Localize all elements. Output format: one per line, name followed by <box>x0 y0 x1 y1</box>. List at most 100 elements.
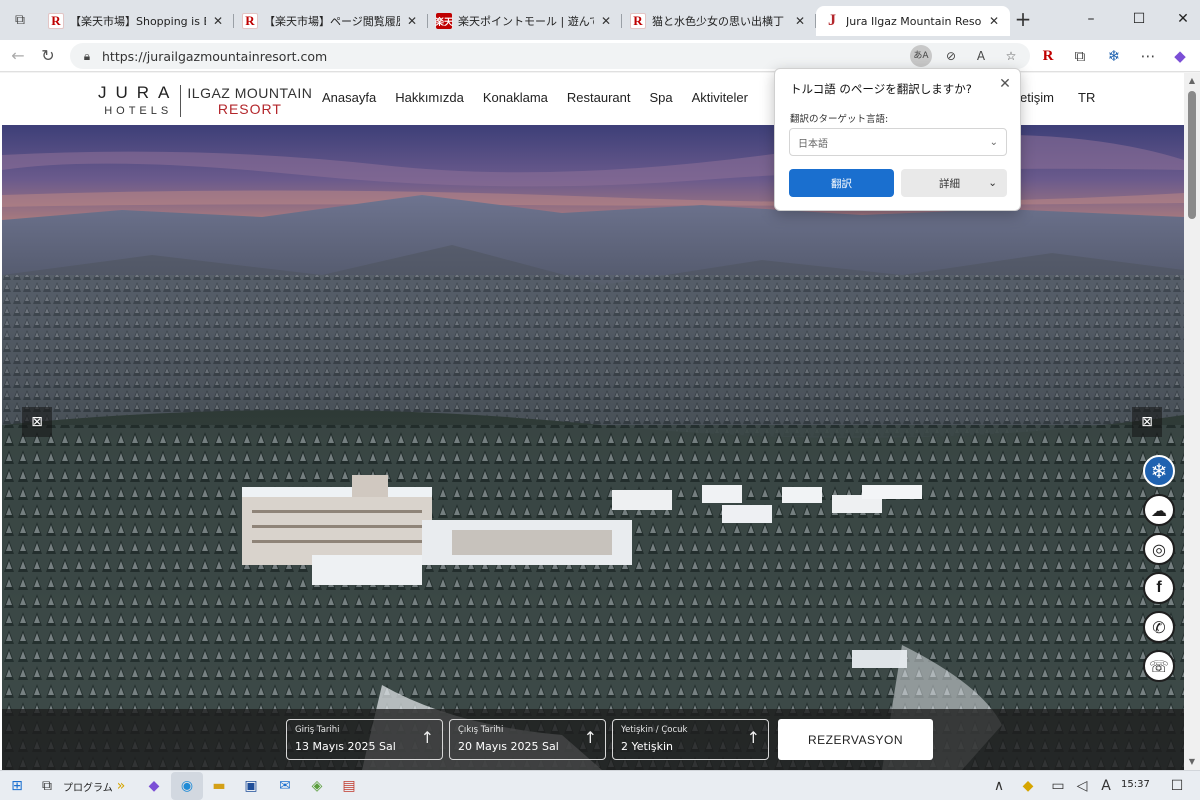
translate-popup: トルコ語 のページを翻訳しますか? ✕ 翻訳のターゲット言語: 日本語 ⌄ 翻訳… <box>774 68 1021 211</box>
app-window-icon[interactable]: ▣ <box>240 775 262 797</box>
favorite-star-icon[interactable]: ☆ <box>1000 45 1022 67</box>
clock-time[interactable]: 15:37 <box>1121 779 1150 790</box>
tab-close-icon[interactable]: ✕ <box>792 14 808 28</box>
rakuten-favicon-icon: R <box>48 13 64 29</box>
screen: ⧉ R 【楽天市場】Shopping is Entertainment ✕ R … <box>0 0 1200 800</box>
network-icon[interactable]: ▭ <box>1047 775 1069 797</box>
hero-aerial-photo <box>2 125 1184 770</box>
chevron-down-icon: ⌄ <box>988 177 997 189</box>
logo-divider <box>180 85 182 117</box>
file-explorer-icon[interactable]: ▬ <box>208 775 230 797</box>
browser-tab-bar: ⧉ R 【楽天市場】Shopping is Entertainment ✕ R … <box>0 0 1200 40</box>
read-aloud-icon[interactable]: A <box>970 45 992 67</box>
whatsapp-icon[interactable]: ✆ <box>1143 611 1175 643</box>
scroll-down-icon[interactable]: ▼ <box>1184 754 1200 770</box>
logo-resort-text: RESORT <box>217 101 282 117</box>
volume-icon[interactable]: ◁ <box>1071 775 1093 797</box>
new-tab-button[interactable]: + <box>1011 9 1035 31</box>
checkout-date-field[interactable]: Çıkış Tarihi 20 Mayıs 2025 Sal ↑ <box>449 719 606 760</box>
tray-app-icon[interactable]: ◆ <box>1017 775 1039 797</box>
tab-jura-resort[interactable]: J Jura Ilgaz Mountain Resort Ho ✕ <box>816 6 1010 36</box>
phone-icon[interactable]: ☏ <box>1143 650 1175 682</box>
checkin-label: Giriş Tarihi <box>295 725 340 735</box>
instagram-icon[interactable]: ◎ <box>1143 533 1175 565</box>
weather-icon[interactable]: ☁ <box>1143 494 1175 526</box>
tab-close-icon[interactable]: ✕ <box>404 14 420 28</box>
extensions-icon[interactable]: ⧉ <box>1068 44 1092 68</box>
reservation-button[interactable]: REZERVASYON <box>778 719 933 760</box>
tab-close-icon[interactable]: ✕ <box>210 14 226 28</box>
lock-icon[interactable]: 🔒︎ <box>78 47 96 65</box>
checkout-label: Çıkış Tarihi <box>458 725 504 735</box>
nav-spa[interactable]: Spa <box>649 90 672 105</box>
checkin-value: 13 Mayıs 2025 Sal <box>295 740 396 753</box>
document-app-icon[interactable]: ▤ <box>338 775 360 797</box>
arrow-up-icon: ↑ <box>746 728 760 747</box>
minimize-button[interactable]: – <box>1068 6 1114 32</box>
nav-restaurant[interactable]: Restaurant <box>567 90 631 105</box>
ime-indicator[interactable]: A <box>1095 775 1117 797</box>
chevron-down-icon: ⌄ <box>989 136 998 148</box>
nav-iletisim[interactable]: etişim <box>1020 90 1054 105</box>
settings-more-icon[interactable]: ⋯ <box>1136 44 1160 68</box>
translate-icon[interactable]: あA <box>910 45 932 67</box>
scroll-thumb[interactable] <box>1188 91 1196 219</box>
profile-avatar-icon[interactable]: ❄ <box>1102 44 1126 68</box>
tab-rakuten-history[interactable]: R 【楽天市場】ページ閲覧履歴 ✕ <box>234 6 428 36</box>
tab-title: 楽天ポイントモール | 遊んで、買っ <box>458 15 594 28</box>
chevron-icon[interactable]: » <box>110 775 132 797</box>
target-language-label: 翻訳のターゲット言語: <box>790 114 889 125</box>
tab-rakuten-cat-girl[interactable]: R 猫と水色少女の思い出横丁 | 人 ✕ <box>622 6 816 36</box>
tab-rakuten-shopping[interactable]: R 【楽天市場】Shopping is Entertainment ✕ <box>40 6 234 36</box>
snow-report-icon[interactable]: ❄ <box>1143 455 1175 487</box>
site-logo[interactable]: JURA HOTELS ILGAZ MOUNTAIN RESORT <box>98 81 313 121</box>
rakuten-favicon-icon: R <box>630 13 646 29</box>
scroll-up-icon[interactable]: ▲ <box>1184 73 1200 89</box>
tracking-prevention-icon[interactable]: ⊘ <box>940 45 962 67</box>
task-view-icon[interactable]: ⧉ <box>36 775 58 797</box>
guests-field[interactable]: Yetişkin / Çocuk 2 Yetişkin ↑ <box>612 719 769 760</box>
details-label: 詳細 <box>939 177 960 190</box>
checkin-date-field[interactable]: Giriş Tarihi 13 Mayıs 2025 Sal ↑ <box>286 719 443 760</box>
nav-aktiviteler[interactable]: Aktiviteler <box>692 90 748 105</box>
copilot-icon[interactable]: ◆ <box>1168 44 1192 68</box>
translate-button[interactable]: 翻訳 <box>789 169 894 197</box>
start-windows-icon[interactable]: ⊞ <box>6 775 28 797</box>
programs-toolbar-label[interactable]: プログラム <box>63 779 113 794</box>
details-button[interactable]: 詳細 ⌄ <box>901 169 1007 197</box>
address-bar[interactable]: 🔒︎ https://jurailgazmountainresort.com あ… <box>70 43 1030 69</box>
refresh-button[interactable]: ↻ <box>36 44 60 68</box>
tab-actions-icon[interactable]: ⧉ <box>8 9 32 31</box>
logo-jura: JURA HOTELS <box>98 84 178 118</box>
tab-rakuten-point-mall[interactable]: 楽天 楽天ポイントモール | 遊んで、買っ ✕ <box>428 6 622 36</box>
back-button[interactable]: ← <box>6 44 30 68</box>
nav-konaklama[interactable]: Konaklama <box>483 90 548 105</box>
maximize-button[interactable]: ☐ <box>1116 6 1162 32</box>
nav-anasayfa[interactable]: Anasayfa <box>322 90 376 105</box>
edge-browser-icon[interactable]: ◉ <box>176 775 198 797</box>
notifications-icon[interactable]: ☐ <box>1166 775 1188 797</box>
url-text[interactable]: https://jurailgazmountainresort.com <box>102 49 327 64</box>
tab-title: Jura Ilgaz Mountain Resort Ho <box>846 14 982 28</box>
nav-language-switch[interactable]: TR <box>1078 90 1095 105</box>
target-language-select[interactable]: 日本語 ⌄ <box>789 128 1007 156</box>
rakuten-favicon-icon: R <box>242 13 258 29</box>
slider-next-button[interactable]: ⊠ <box>1132 407 1162 437</box>
site-nav: Anasayfa Hakkımızda Konaklama Restaurant… <box>322 90 748 105</box>
tab-close-icon[interactable]: ✕ <box>598 14 614 28</box>
store-icon[interactable]: ◈ <box>306 775 328 797</box>
jura-favicon-icon: J <box>828 12 836 29</box>
facebook-icon[interactable]: f <box>1143 572 1175 604</box>
translate-close-icon[interactable]: ✕ <box>996 75 1014 93</box>
close-window-button[interactable]: ✕ <box>1160 6 1200 32</box>
tray-chevron-up-icon[interactable]: ∧ <box>988 775 1010 797</box>
tab-title: 猫と水色少女の思い出横丁 | 人 <box>652 15 788 28</box>
hero-slider: ⊠ ⊠ ❄ ☁ ◎ f ✆ ☏ <box>2 125 1184 770</box>
page-scrollbar[interactable]: ▲ ▼ <box>1184 73 1200 770</box>
copilot-app-icon[interactable]: ◆ <box>143 775 165 797</box>
slider-prev-button[interactable]: ⊠ <box>22 407 52 437</box>
tab-close-icon[interactable]: ✕ <box>986 14 1002 28</box>
nav-hakkimizda[interactable]: Hakkımızda <box>395 90 464 105</box>
rakuten-extension-icon[interactable]: R <box>1036 44 1060 68</box>
outlook-icon[interactable]: ✉ <box>274 775 296 797</box>
